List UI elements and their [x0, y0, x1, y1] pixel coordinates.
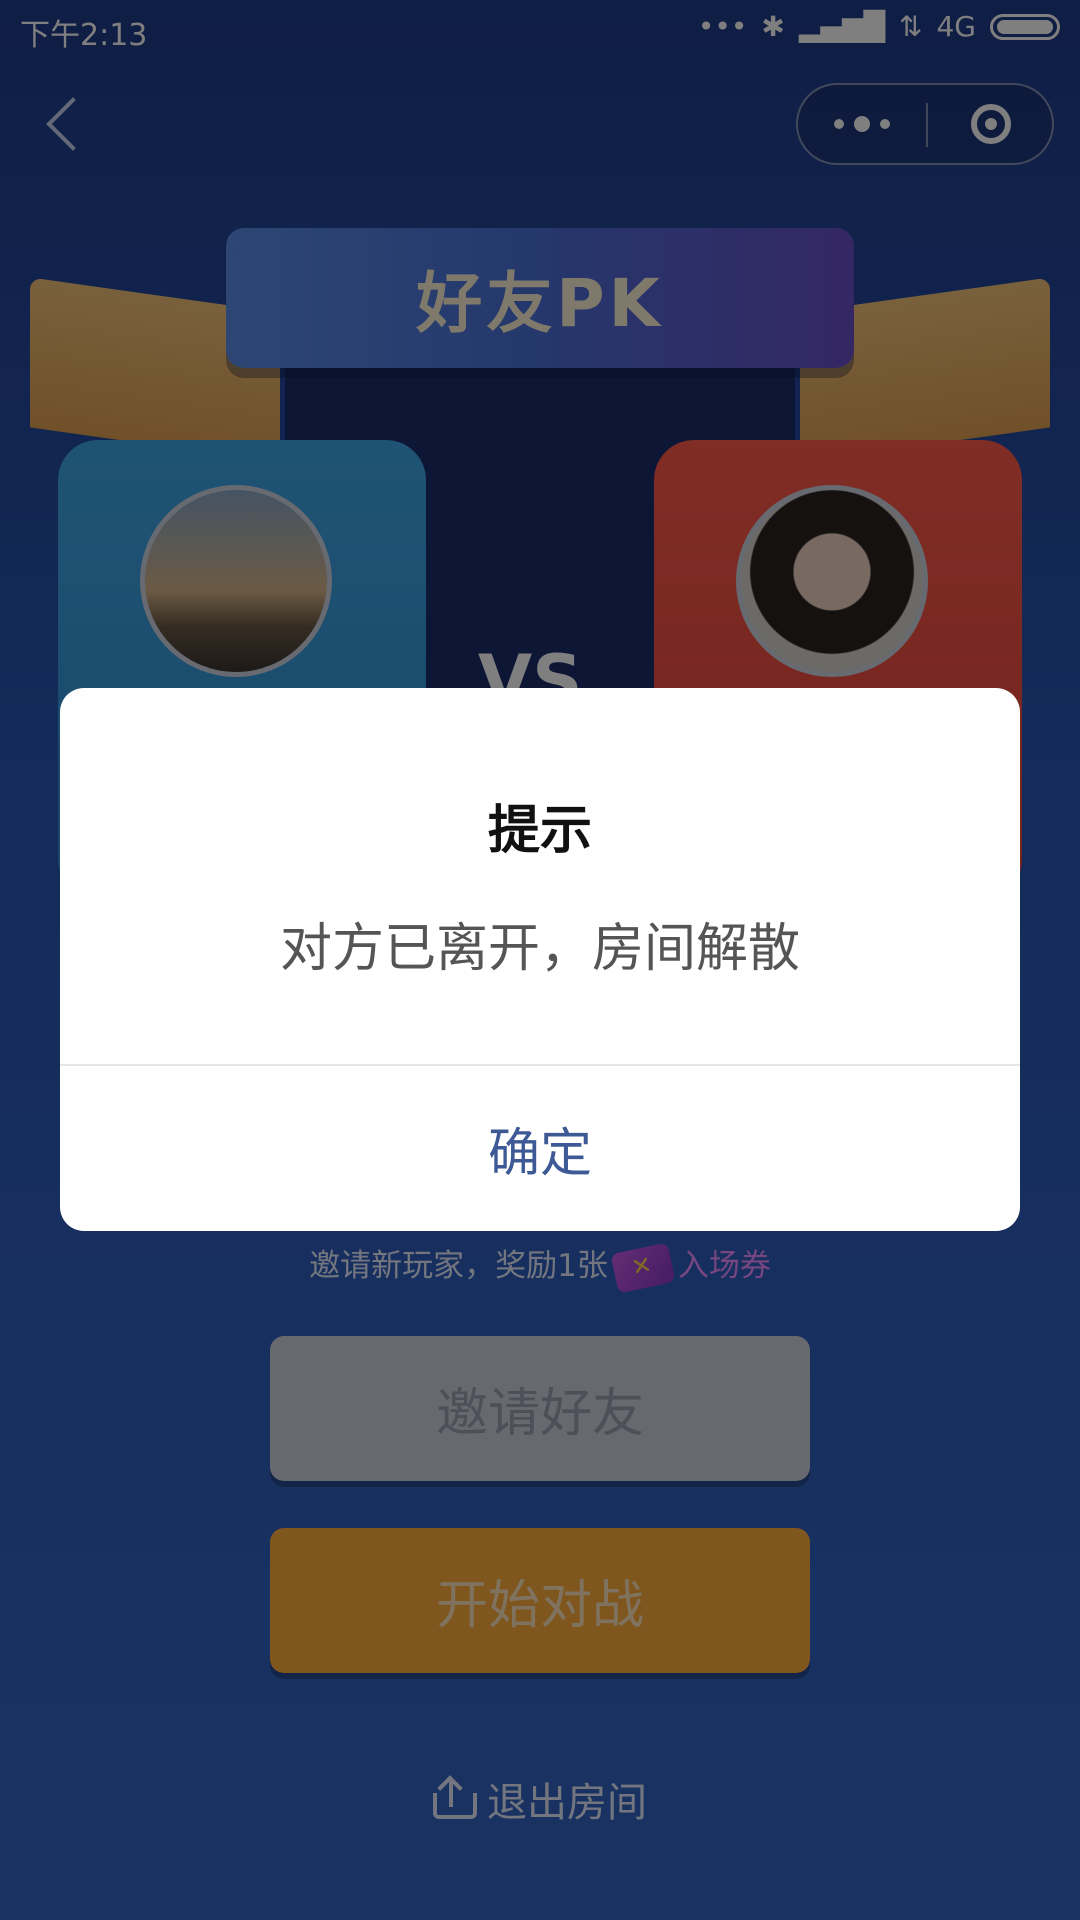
confirm-button[interactable]: 确定	[60, 1066, 1020, 1231]
dialog-message: 对方已离开，房间解散	[279, 919, 800, 979]
alert-dialog: 提示 对方已离开，房间解散 确定	[60, 688, 1020, 1231]
dialog-title: 提示	[487, 801, 592, 861]
